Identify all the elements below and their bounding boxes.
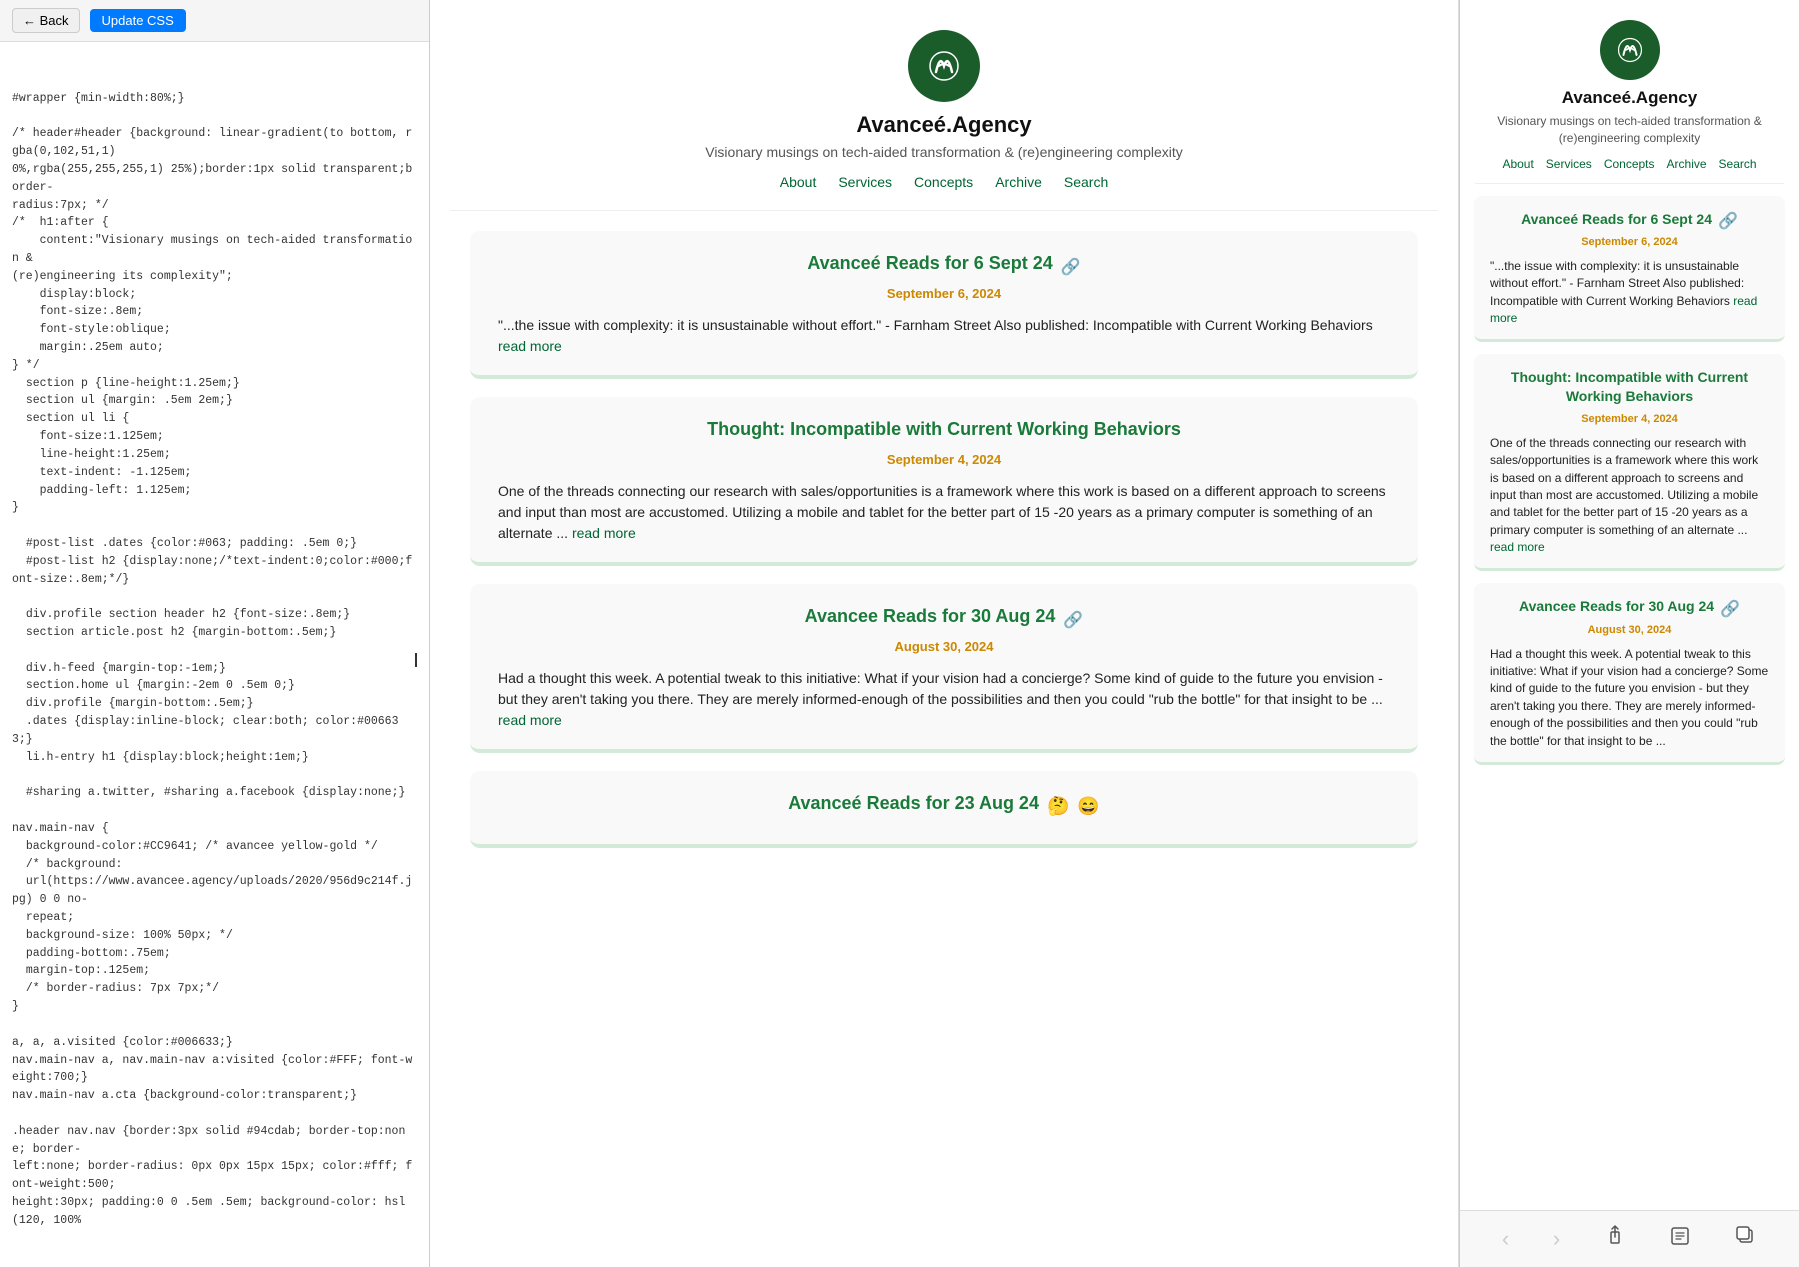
- post-title-row: Thought: Incompatible with Current Worki…: [498, 419, 1390, 446]
- back-label: ← Back: [23, 13, 69, 28]
- mobile-post-date: August 30, 2024: [1490, 624, 1769, 636]
- mobile-post-card: Avanceé Reads for 6 Sept 24 🔗 September …: [1474, 196, 1785, 343]
- read-more-link[interactable]: read more: [498, 338, 562, 354]
- mobile-post-date: September 4, 2024: [1490, 413, 1769, 425]
- site-logo: [908, 30, 980, 102]
- post-date: August 30, 2024: [498, 639, 1390, 654]
- mobile-preview: Avanceé.Agency Visionary musings on tech…: [1459, 0, 1799, 1267]
- post-title: Thought: Incompatible with Current Worki…: [707, 419, 1181, 440]
- forward-nav-button[interactable]: ›: [1545, 1222, 1568, 1256]
- code-toolbar: ← Back Update CSS: [0, 0, 429, 42]
- site-header: Avanceé.Agency Visionary musings on tech…: [430, 0, 1458, 211]
- mobile-nav-about[interactable]: About: [1502, 157, 1533, 171]
- emoji-icon-2: 😄: [1077, 796, 1099, 817]
- post-excerpt: Had a thought this week. A potential twe…: [498, 668, 1390, 731]
- update-css-label: Update CSS: [102, 13, 174, 28]
- post-title: Avancee Reads for 30 Aug 24: [805, 606, 1056, 627]
- mobile-post-excerpt: "...the issue with complexity: it is uns…: [1490, 258, 1769, 328]
- mobile-link-icon: 🔗: [1720, 599, 1740, 619]
- code-panel: ← Back Update CSS #wrapper {min-width:80…: [0, 0, 430, 1267]
- mobile-logo: [1600, 20, 1660, 80]
- mobile-nav-concepts[interactable]: Concepts: [1604, 157, 1655, 171]
- code-content: #wrapper {min-width:80%;} /* header#head…: [12, 90, 417, 1230]
- share-button[interactable]: [1596, 1221, 1634, 1257]
- tabs-button[interactable]: [1727, 1221, 1765, 1257]
- nav-search[interactable]: Search: [1064, 174, 1108, 190]
- post-excerpt: One of the threads connecting our resear…: [498, 481, 1390, 544]
- mobile-read-more-link[interactable]: read more: [1490, 540, 1545, 554]
- mobile-site-title: Avanceé.Agency: [1475, 88, 1784, 108]
- mobile-post-date: September 6, 2024: [1490, 236, 1769, 248]
- posts-list: Avanceé Reads for 6 Sept 24 🔗 September …: [430, 211, 1458, 886]
- link-icon: 🔗: [1061, 257, 1081, 277]
- mobile-post-excerpt: One of the threads connecting our resear…: [1490, 435, 1769, 557]
- post-date: September 6, 2024: [498, 286, 1390, 301]
- mobile-nav-services[interactable]: Services: [1546, 157, 1592, 171]
- post-card: Avanceé Reads for 23 Aug 24 🤔 😄: [470, 771, 1418, 848]
- mobile-post-excerpt: Had a thought this week. A potential twe…: [1490, 646, 1769, 750]
- back-nav-button[interactable]: ‹: [1494, 1222, 1517, 1256]
- nav-about[interactable]: About: [780, 174, 817, 190]
- post-title-row: Avanceé Reads for 23 Aug 24 🤔 😄: [498, 793, 1390, 820]
- post-card: Avancee Reads for 30 Aug 24 🔗 August 30,…: [470, 584, 1418, 753]
- mobile-site-header: Avanceé.Agency Visionary musings on tech…: [1460, 0, 1799, 184]
- mobile-nav-archive[interactable]: Archive: [1667, 157, 1707, 171]
- post-card: Thought: Incompatible with Current Worki…: [470, 397, 1418, 566]
- site-title: Avanceé.Agency: [450, 112, 1438, 138]
- mobile-title-row: Avancee Reads for 30 Aug 24 🔗: [1490, 597, 1769, 619]
- mobile-content: Avanceé.Agency Visionary musings on tech…: [1460, 0, 1799, 1210]
- post-excerpt: "...the issue with complexity: it is uns…: [498, 315, 1390, 357]
- site-nav: About Services Concepts Archive Search: [450, 174, 1438, 211]
- emoji-icon: 🤔: [1047, 796, 1069, 817]
- bookmarks-button[interactable]: [1661, 1221, 1699, 1257]
- mobile-post-title: Avancee Reads for 30 Aug 24: [1519, 597, 1714, 615]
- mobile-post-card: Thought: Incompatible with Current Worki…: [1474, 354, 1785, 571]
- read-more-link[interactable]: read more: [498, 712, 562, 728]
- back-button[interactable]: ← Back: [12, 8, 80, 33]
- mobile-nav: About Services Concepts Archive Search: [1475, 157, 1784, 184]
- read-more-link[interactable]: read more: [572, 525, 636, 541]
- post-title-row: Avancee Reads for 30 Aug 24 🔗: [498, 606, 1390, 633]
- mobile-post-title: Thought: Incompatible with Current Worki…: [1490, 368, 1769, 404]
- post-card: Avanceé Reads for 6 Sept 24 🔗 September …: [470, 231, 1418, 379]
- post-title-row: Avanceé Reads for 6 Sept 24 🔗: [498, 253, 1390, 280]
- nav-services[interactable]: Services: [838, 174, 892, 190]
- post-date: September 4, 2024: [498, 452, 1390, 467]
- site-tagline: Visionary musings on tech-aided transfor…: [450, 144, 1438, 160]
- post-title: Avanceé Reads for 23 Aug 24: [788, 793, 1039, 814]
- mobile-nav-search[interactable]: Search: [1719, 157, 1757, 171]
- update-css-button[interactable]: Update CSS: [90, 9, 186, 32]
- mobile-browser-toolbar: ‹ ›: [1460, 1210, 1799, 1267]
- mobile-posts: Avanceé Reads for 6 Sept 24 🔗 September …: [1460, 184, 1799, 789]
- link-icon: 🔗: [1063, 610, 1083, 630]
- nav-concepts[interactable]: Concepts: [914, 174, 973, 190]
- code-editor[interactable]: #wrapper {min-width:80%;} /* header#head…: [0, 42, 429, 1267]
- mobile-post-title: Avanceé Reads for 6 Sept 24: [1521, 210, 1712, 228]
- mobile-title-row: Avanceé Reads for 6 Sept 24 🔗: [1490, 210, 1769, 232]
- cursor: [415, 653, 417, 667]
- main-preview: Avanceé.Agency Visionary musings on tech…: [430, 0, 1459, 1267]
- mobile-read-more-link[interactable]: read more: [1490, 294, 1757, 325]
- post-title: Avanceé Reads for 6 Sept 24: [807, 253, 1052, 274]
- mobile-site-tagline: Visionary musings on tech-aided transfor…: [1475, 113, 1784, 147]
- nav-archive[interactable]: Archive: [995, 174, 1042, 190]
- mobile-link-icon: 🔗: [1718, 211, 1738, 231]
- mobile-title-row: Thought: Incompatible with Current Worki…: [1490, 368, 1769, 408]
- mobile-post-card: Avancee Reads for 30 Aug 24 🔗 August 30,…: [1474, 583, 1785, 765]
